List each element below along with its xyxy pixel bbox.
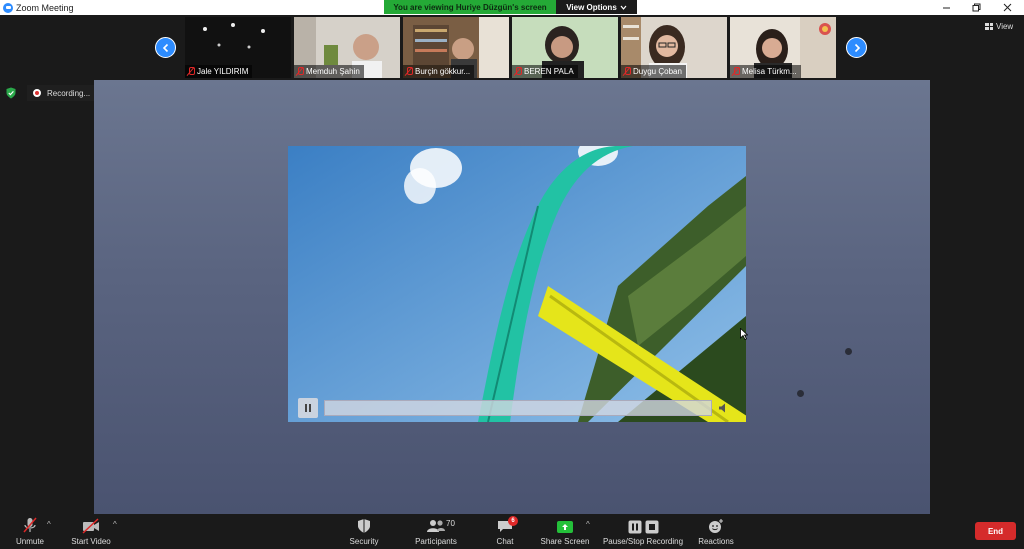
chevron-left-icon xyxy=(162,43,168,52)
recording-dot-icon xyxy=(33,89,41,97)
reactions-label: Reactions xyxy=(698,537,734,546)
participant-name-bar: Memduh Şahin xyxy=(294,65,364,78)
video-controls xyxy=(298,398,736,418)
video-pause-button[interactable] xyxy=(298,398,318,418)
participant-name-bar: Duygu Çoban xyxy=(621,65,686,78)
minimize-button[interactable] xyxy=(931,0,961,15)
pause-icon xyxy=(305,404,307,412)
share-screen-label: Share Screen xyxy=(540,537,590,546)
volume-icon[interactable] xyxy=(718,402,730,414)
chat-label: Chat xyxy=(496,537,514,546)
video-progress-bar[interactable] xyxy=(324,400,712,416)
muted-mic-icon xyxy=(514,67,522,76)
participant-name-bar: BEREN PALA xyxy=(512,65,578,78)
muted-mic-icon xyxy=(623,67,631,76)
participant-name: Melisa Türkm... xyxy=(742,67,797,76)
encryption-shield-icon xyxy=(6,87,16,99)
share-screen-icon xyxy=(557,521,573,533)
pointer-dot xyxy=(797,390,804,397)
participant-name: BEREN PALA xyxy=(524,67,574,76)
window-title: Zoom Meeting xyxy=(16,2,74,13)
reactions-smiley-icon xyxy=(709,519,723,533)
video-options-caret[interactable]: ^ xyxy=(113,520,117,529)
share-screen-button[interactable]: Share Screen xyxy=(538,514,592,549)
unmute-button[interactable]: Unmute xyxy=(12,514,48,549)
next-page-button[interactable] xyxy=(846,37,867,58)
pause-stop-recording-button[interactable]: Pause/Stop Recording xyxy=(600,514,686,549)
participant-tile[interactable]: BEREN PALA xyxy=(512,17,618,78)
participant-tile[interactable]: Memduh Şahin xyxy=(294,17,400,78)
pause-recording-icon xyxy=(628,520,641,534)
chevron-down-icon xyxy=(620,5,627,10)
close-button[interactable] xyxy=(992,0,1022,15)
view-label: View xyxy=(996,22,1014,31)
mouse-cursor-icon xyxy=(740,328,748,340)
participants-icon xyxy=(427,520,445,532)
video-off-icon xyxy=(82,518,99,534)
audio-options-caret[interactable]: ^ xyxy=(47,520,51,529)
recording-label: Recording... xyxy=(47,88,91,98)
participant-name: Memduh Şahin xyxy=(306,67,360,76)
participant-tile[interactable]: Jale YILDIRIM xyxy=(185,17,291,78)
participant-name-bar: Burçin gökkur... xyxy=(403,65,475,78)
muted-mic-icon xyxy=(296,67,304,76)
view-options-label: View Options xyxy=(566,2,617,12)
pause-stop-recording-label: Pause/Stop Recording xyxy=(602,537,684,546)
zoom-logo-icon xyxy=(3,2,13,13)
participants-label: Participants xyxy=(415,537,457,546)
restore-button[interactable] xyxy=(961,0,991,15)
participant-name: Burçin gökkur... xyxy=(415,67,471,76)
zoom-meeting-window: Zoom Meeting You are viewing Huriye Düzg… xyxy=(0,0,1024,549)
muted-mic-icon xyxy=(732,67,740,76)
security-button[interactable]: Security xyxy=(344,514,384,549)
grid-view-icon xyxy=(985,23,993,30)
shared-video-player[interactable] xyxy=(288,146,746,422)
participant-name: Jale YILDIRIM xyxy=(197,67,249,76)
participant-tile[interactable]: Duygu Çoban xyxy=(621,17,727,78)
restore-icon xyxy=(972,3,980,12)
participant-name-bar: Melisa Türkm... xyxy=(730,65,801,78)
chat-unread-badge: 6 xyxy=(508,516,518,526)
meeting-toolbar: Unmute ^ Start Video ^ Security Particip… xyxy=(0,514,1024,549)
pointer-dot xyxy=(845,348,852,355)
chevron-right-icon xyxy=(854,43,860,52)
security-shield-icon xyxy=(358,519,370,533)
minimize-icon xyxy=(942,7,950,9)
muted-mic-icon xyxy=(405,67,413,76)
recording-controls-icons xyxy=(628,520,659,534)
roller-coaster-video-frame xyxy=(288,146,746,422)
previous-page-button[interactable] xyxy=(155,37,176,58)
close-icon xyxy=(1003,3,1011,12)
participant-tile[interactable]: Melisa Türkm... xyxy=(730,17,836,78)
view-options-button[interactable]: View Options xyxy=(556,0,637,14)
start-video-label: Start Video xyxy=(71,537,111,546)
start-video-button[interactable]: Start Video xyxy=(66,514,116,549)
view-layout-button[interactable]: View xyxy=(985,22,1013,31)
participant-tile[interactable]: Burçin gökkur... xyxy=(403,17,509,78)
participants-count: 70 xyxy=(446,519,455,528)
end-meeting-button[interactable]: End xyxy=(975,522,1016,540)
unmute-label: Unmute xyxy=(15,537,44,546)
participant-name-bar: Jale YILDIRIM xyxy=(185,65,253,78)
reactions-button[interactable]: Reactions xyxy=(696,514,736,549)
pause-icon xyxy=(309,404,311,412)
muted-microphone-icon xyxy=(23,517,37,533)
share-options-caret[interactable]: ^ xyxy=(586,520,590,529)
stop-recording-icon xyxy=(645,520,658,534)
participant-name: Duygu Çoban xyxy=(633,67,682,76)
viewing-screen-banner: You are viewing Huriye Düzgün's screen xyxy=(384,0,556,14)
muted-mic-icon xyxy=(187,67,195,76)
security-label: Security xyxy=(349,537,379,546)
